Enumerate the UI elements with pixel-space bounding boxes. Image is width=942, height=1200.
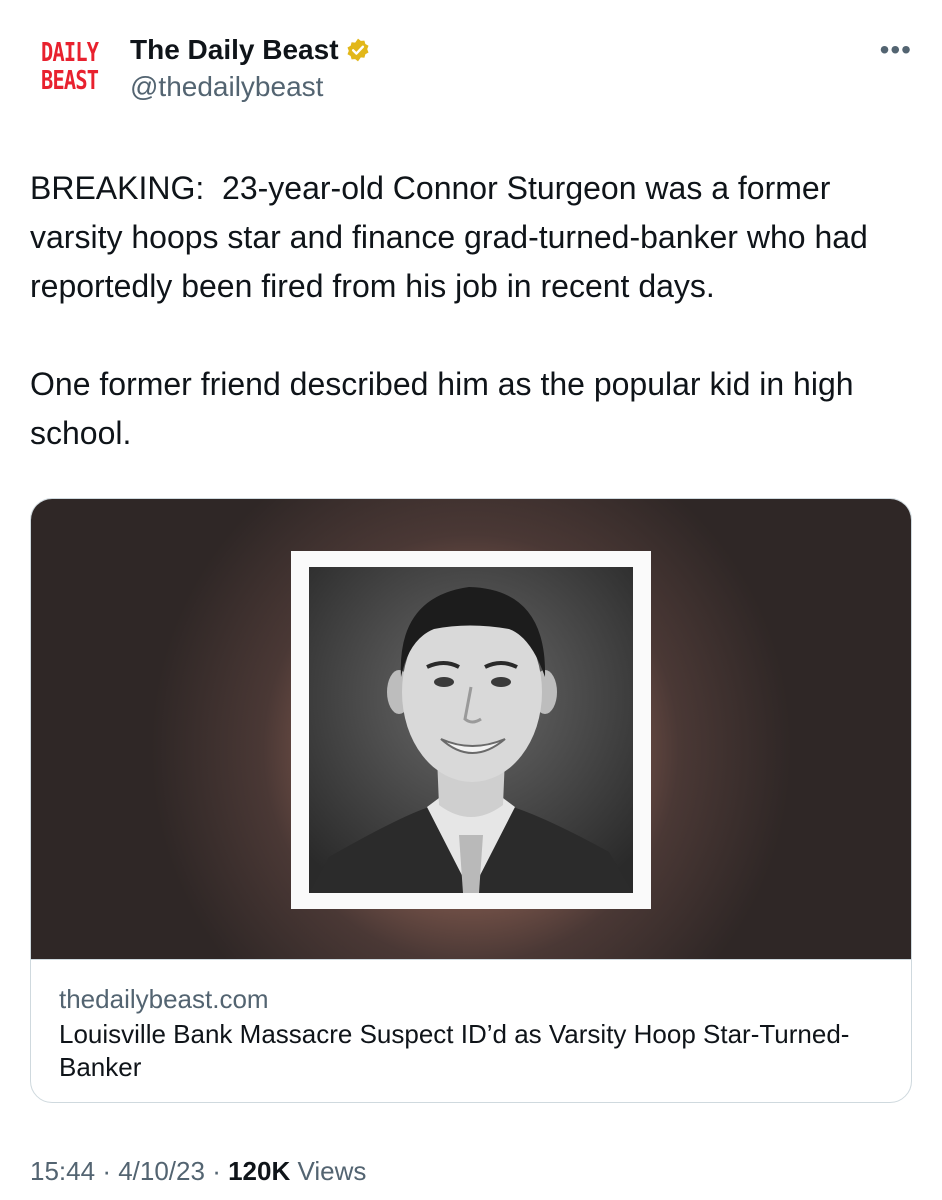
logo-line1: DAILY [41, 38, 99, 68]
author-display-name[interactable]: The Daily Beast [130, 34, 339, 66]
author-avatar[interactable]: DAILY BEAST [30, 34, 110, 100]
logo-line2: BEAST [41, 66, 99, 96]
meta-separator: · [212, 1156, 229, 1186]
link-preview-card[interactable]: thedailybeast.com Louisville Bank Massac… [30, 498, 912, 1103]
portrait-photo [309, 567, 633, 893]
card-footer[interactable]: thedailybeast.com Louisville Bank Massac… [31, 959, 911, 1102]
portrait-frame [291, 551, 651, 909]
tweet-paragraph: One former friend described him as the p… [30, 366, 863, 451]
portrait-illustration [309, 567, 633, 893]
verified-badge-icon [347, 38, 369, 62]
author-name-row[interactable]: The Daily Beast [130, 34, 371, 66]
author-handle[interactable]: @thedailybeast [130, 71, 323, 103]
tweet-meta: 15:44 · 4/10/23 · 120K Views [30, 1156, 366, 1187]
tweet-time[interactable]: 15:44 [30, 1156, 95, 1186]
meta-separator: · [102, 1156, 119, 1186]
tweet-text: BREAKING: 23-year-old Connor Sturgeon wa… [30, 164, 910, 458]
more-options-icon[interactable]: ••• [880, 36, 912, 64]
views-label: Views [297, 1156, 367, 1186]
tweet-paragraph: BREAKING: 23-year-old Connor Sturgeon wa… [30, 170, 877, 304]
tweet-date[interactable]: 4/10/23 [118, 1156, 205, 1186]
card-image [31, 499, 911, 959]
card-title[interactable]: Louisville Bank Massacre Suspect ID’d as… [59, 1018, 879, 1084]
views-count: 120K [228, 1156, 291, 1186]
card-domain: thedailybeast.com [59, 984, 269, 1014]
